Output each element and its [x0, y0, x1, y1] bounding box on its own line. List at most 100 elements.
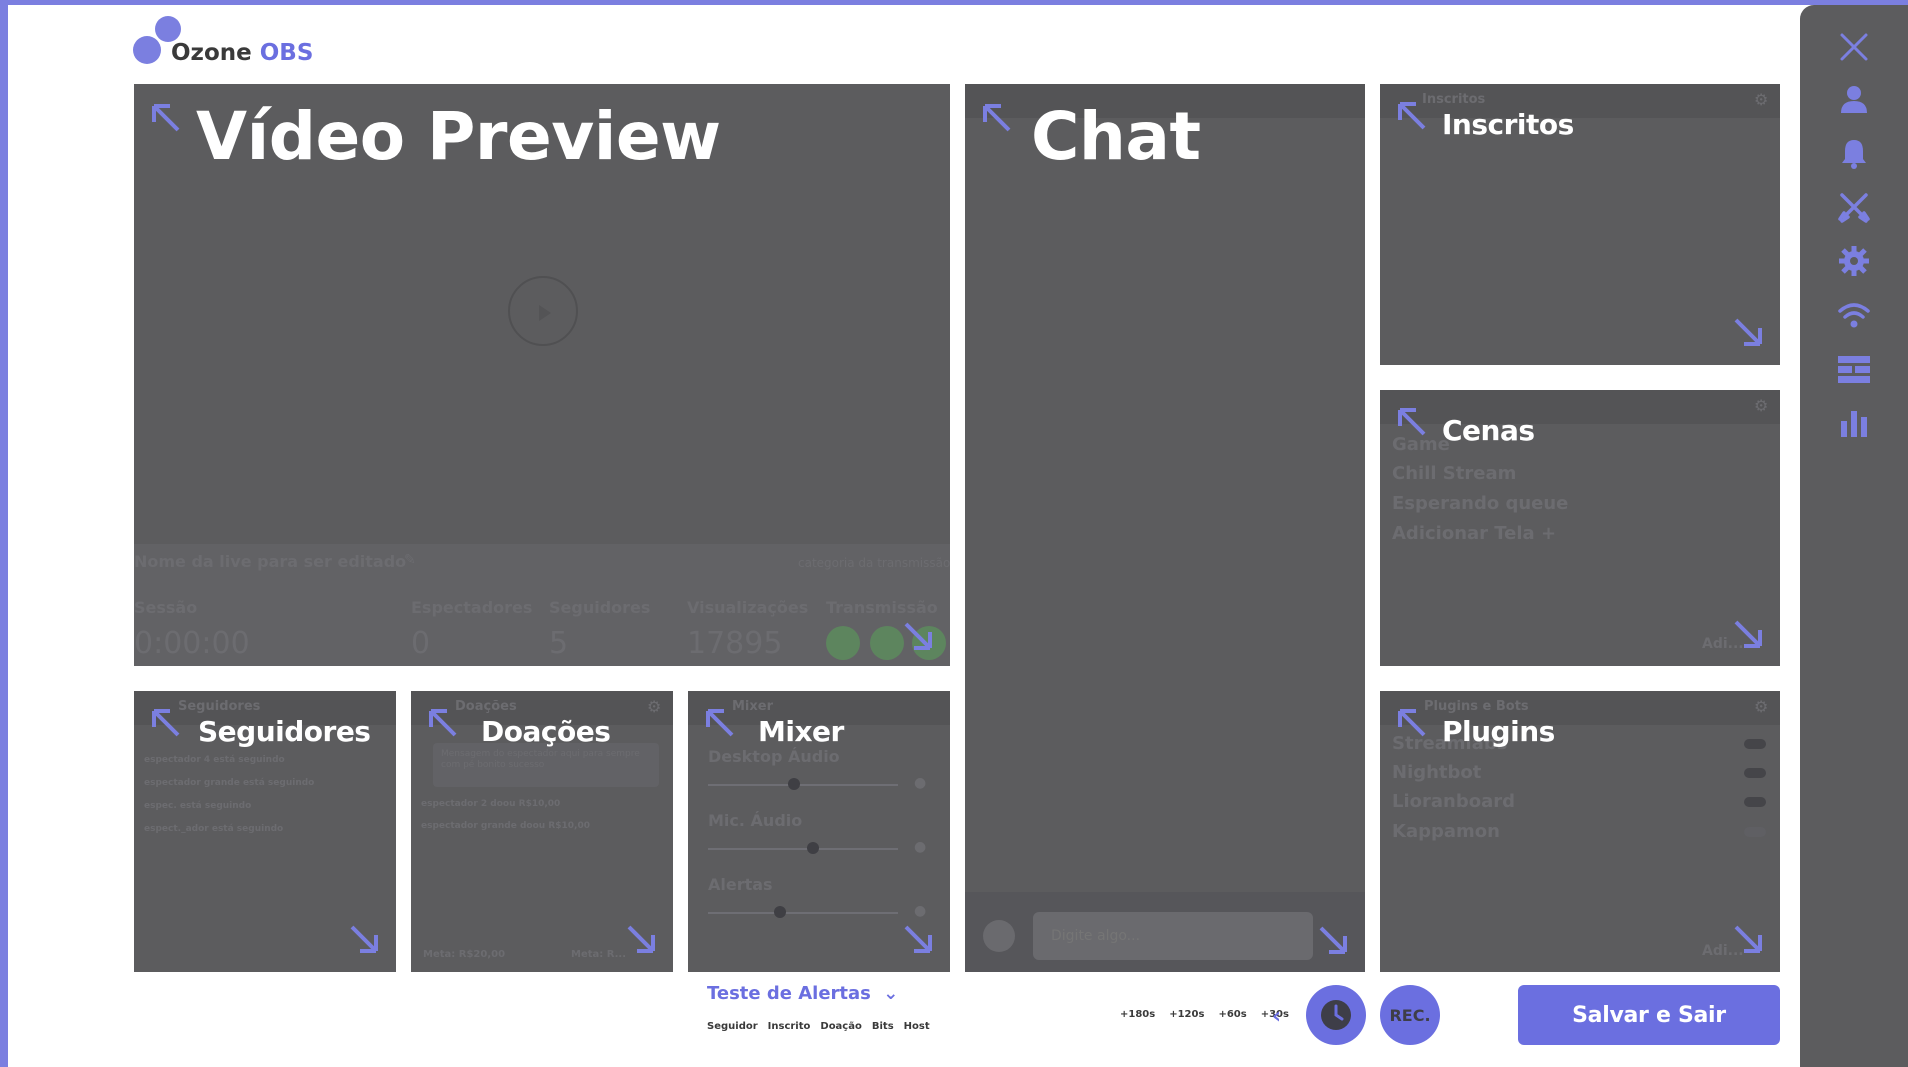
header-ghost-label: Seguidores — [178, 699, 261, 714]
alert-chip-host[interactable]: Host — [904, 1021, 930, 1032]
logo-text: Ozone OBS — [171, 40, 313, 66]
volume-slider[interactable] — [708, 912, 898, 914]
follower-item: espec. está seguindo — [144, 801, 252, 811]
expand-arrow-icon[interactable] — [146, 703, 186, 743]
stream-info: Nome da live para ser editado ✎ categori… — [134, 544, 950, 666]
logo-dot-large — [133, 36, 161, 64]
video-preview-panel: Nome da live para ser editado ✎ categori… — [134, 84, 950, 666]
swords-icon[interactable] — [1832, 185, 1876, 229]
volume-slider-knob[interactable] — [806, 842, 819, 854]
stat-value-views: 17895 — [687, 626, 783, 661]
panel-gear-icon[interactable]: ⚙ — [647, 697, 661, 716]
panel-gear-icon[interactable]: ⚙ — [1754, 90, 1768, 109]
logo-dot-small — [155, 16, 181, 42]
stream-category: categoria da transmissão — [798, 556, 950, 570]
save-and-exit-button[interactable]: Salvar e Sair — [1518, 985, 1780, 1045]
emoji-icon[interactable] — [983, 920, 1015, 952]
expand-arrow-icon[interactable] — [977, 98, 1017, 138]
mic-icon[interactable]: ● — [914, 903, 926, 919]
panel-gear-icon[interactable]: ⚙ — [1754, 396, 1768, 415]
alert-chip-bits[interactable]: Bits — [872, 1021, 894, 1032]
plugin-toggle[interactable] — [1744, 827, 1766, 837]
panel-title: Inscritos — [1442, 108, 1574, 141]
chat-panel: Chat — [965, 84, 1365, 972]
chat-input[interactable] — [1033, 912, 1313, 960]
plugins-panel-header: Plugins e Bots ⚙ — [1380, 691, 1780, 725]
resize-arrow-icon[interactable] — [1728, 312, 1768, 352]
panel-title: Doações — [481, 715, 611, 748]
layout-icon[interactable] — [1832, 347, 1876, 391]
resize-arrow-icon[interactable] — [344, 919, 384, 959]
expand-arrow-icon[interactable] — [1392, 402, 1432, 442]
expand-arrow-icon[interactable] — [700, 703, 740, 743]
mixer-channel-label: Mic. Áudio — [708, 811, 803, 830]
gear-icon[interactable] — [1832, 239, 1876, 283]
plugin-item: Kappamon — [1392, 821, 1500, 842]
scene-item[interactable]: Chill Stream — [1392, 463, 1516, 484]
bell-icon[interactable] — [1832, 131, 1876, 175]
inscritos-panel-header: Inscritos ⚙ — [1380, 84, 1780, 118]
volume-slider[interactable] — [708, 784, 898, 786]
scene-item[interactable]: Esperando queue — [1392, 493, 1568, 514]
close-icon[interactable] — [1832, 25, 1876, 69]
donation-goal: Meta: R$20,00 — [423, 949, 506, 960]
expand-arrow-icon[interactable] — [423, 703, 463, 743]
stat-label-followers: Seguidores — [549, 598, 651, 617]
time-chip[interactable]: +120s — [1169, 1009, 1204, 1020]
record-button[interactable]: REC. — [1380, 985, 1440, 1045]
bar-chart-icon[interactable] — [1832, 401, 1876, 445]
resize-arrow-icon[interactable] — [621, 919, 661, 959]
time-chip[interactable]: +60s — [1218, 1009, 1246, 1020]
panel-title: Chat — [1031, 98, 1201, 175]
alert-chip-donation[interactable]: Doação — [820, 1021, 861, 1032]
right-sidebar — [1800, 5, 1908, 1067]
window-top-border — [0, 0, 1908, 5]
plugin-toggle[interactable] — [1744, 768, 1766, 778]
stream-status-dot — [826, 626, 860, 660]
alerts-test-dropdown[interactable]: Teste de Alertas ⌄ — [707, 983, 898, 1004]
clock-icon — [1321, 1000, 1351, 1030]
follower-item: espect._ador está seguindo — [144, 824, 284, 834]
panel-gear-icon[interactable]: ⚙ — [1754, 697, 1768, 716]
alert-test-chips: Seguidor Inscrito Doação Bits Host — [707, 1021, 930, 1032]
donation-item: espectador 2 doou R$10,00 — [421, 799, 561, 809]
donation-message-box: Mensagem do espectador aqui para sempre … — [433, 743, 659, 787]
resize-arrow-icon[interactable] — [898, 919, 938, 959]
mic-icon[interactable]: ● — [914, 775, 926, 791]
volume-slider[interactable] — [708, 848, 898, 850]
resize-arrow-icon[interactable] — [1728, 919, 1768, 959]
mixer-panel: Mixer Desktop Áudio ● Mic. Áudio ● Alert… — [688, 691, 950, 972]
user-icon[interactable] — [1832, 77, 1876, 121]
follower-item: espectador 4 está seguindo — [144, 755, 285, 765]
volume-slider-knob[interactable] — [787, 778, 800, 790]
logo-accent: OBS — [259, 40, 314, 66]
resize-arrow-icon[interactable] — [1313, 920, 1353, 960]
add-scene-button[interactable]: Adicionar Tela + — [1392, 523, 1556, 544]
plugin-toggle[interactable] — [1744, 797, 1766, 807]
volume-slider-knob[interactable] — [774, 906, 787, 918]
chevron-left-icon[interactable]: ‹ — [1272, 1004, 1281, 1029]
donation-item: espectador grande doou R$10,00 — [421, 821, 590, 831]
resize-arrow-icon[interactable] — [1728, 614, 1768, 654]
alert-chip-subscriber[interactable]: Inscrito — [768, 1021, 811, 1032]
expand-arrow-icon[interactable] — [1392, 703, 1432, 743]
stat-value-session: 0:00:00 — [134, 626, 250, 661]
expand-arrow-icon[interactable] — [1392, 96, 1432, 136]
live-name[interactable]: Nome da live para ser editado — [134, 552, 406, 571]
timer-button[interactable] — [1306, 985, 1366, 1045]
alert-chip-follower[interactable]: Seguidor — [707, 1021, 758, 1032]
panel-title: Mixer — [758, 715, 844, 748]
edit-pencil-icon[interactable]: ✎ — [404, 552, 416, 568]
stat-value-followers: 5 — [549, 626, 569, 661]
window-left-border — [0, 0, 8, 1067]
resize-arrow-icon[interactable] — [898, 616, 938, 656]
mic-icon[interactable]: ● — [914, 839, 926, 855]
time-extend-chips: +180s +120s +60s +30s — [1120, 1009, 1289, 1020]
time-chip[interactable]: +180s — [1120, 1009, 1155, 1020]
wifi-icon[interactable] — [1832, 293, 1876, 337]
header-ghost-label: Doações — [455, 699, 517, 714]
expand-arrow-icon[interactable] — [146, 98, 186, 138]
plugin-toggle[interactable] — [1744, 739, 1766, 749]
play-icon[interactable] — [508, 276, 578, 346]
follower-item: espectador grande está seguindo — [144, 778, 315, 788]
